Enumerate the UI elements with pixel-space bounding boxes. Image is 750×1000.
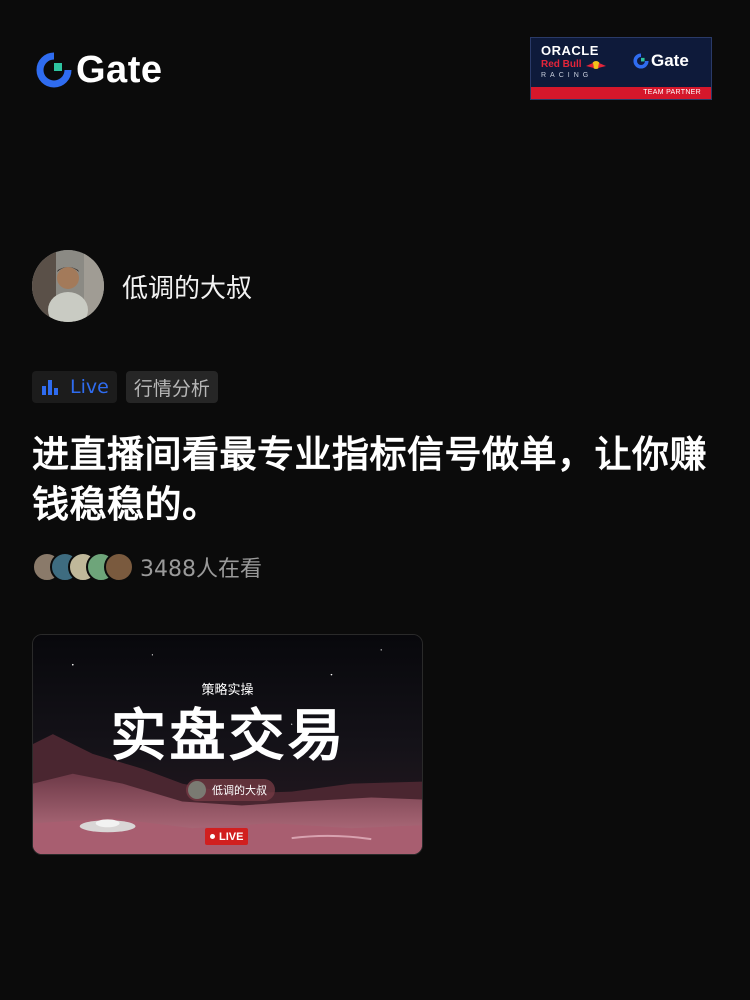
- tag-row: Live 行情分析: [32, 371, 227, 403]
- bar-chart-icon: [42, 380, 58, 395]
- headline: 进直播间看最专业指标信号做单，让你赚钱稳稳的。: [32, 433, 707, 526]
- category-tag[interactable]: 行情分析: [125, 371, 218, 403]
- live-badge: LIVE: [205, 828, 249, 845]
- avatar-photo: [32, 250, 104, 322]
- author-name[interactable]: 低调的大叔: [122, 268, 252, 305]
- live-tag-label: Live: [70, 376, 109, 398]
- gate-small-icon: [633, 53, 649, 69]
- card-host-avatar: [188, 781, 206, 799]
- oracle-text: ORACLE: [541, 43, 599, 58]
- viewer-row: 3488人在看: [32, 551, 262, 583]
- oracle-redbull-logo: ORACLE Red Bull RACING: [541, 44, 621, 81]
- author-avatar[interactable]: [32, 250, 104, 322]
- live-stream-card[interactable]: 策略实操 实盘交易 低调的大叔 LIVE: [32, 634, 423, 855]
- partner-gate-logo: Gate: [633, 52, 689, 70]
- team-partner-caption: TEAM PARTNER: [531, 87, 711, 99]
- gate-logo-icon: [36, 52, 72, 88]
- card-title: 实盘交易: [110, 704, 347, 769]
- partner-gate-text: Gate: [651, 51, 689, 70]
- card-host-pill: 低调的大叔: [186, 779, 275, 801]
- racing-text: RACING: [541, 72, 593, 79]
- live-badge-label: LIVE: [219, 830, 244, 843]
- redbull-text: Red Bull: [541, 59, 621, 71]
- viewer-avatar: [104, 552, 134, 582]
- team-partner-badge: ORACLE Red Bull RACING Gate TEAM PARTNER: [530, 37, 712, 100]
- gate-logo-text: Gate: [76, 49, 163, 91]
- card-host-name: 低调的大叔: [212, 784, 267, 797]
- card-subtitle: 策略实操: [201, 683, 254, 698]
- author-row[interactable]: 低调的大叔: [32, 250, 252, 322]
- gate-logo: Gate: [36, 50, 162, 90]
- redbull-label: Red Bull: [541, 59, 582, 70]
- viewer-avatars: [32, 552, 134, 582]
- live-dot-icon: [210, 834, 215, 839]
- live-tag[interactable]: Live: [32, 371, 117, 403]
- viewer-count: 3488人在看: [140, 557, 262, 582]
- red-bull-icon: [585, 61, 606, 69]
